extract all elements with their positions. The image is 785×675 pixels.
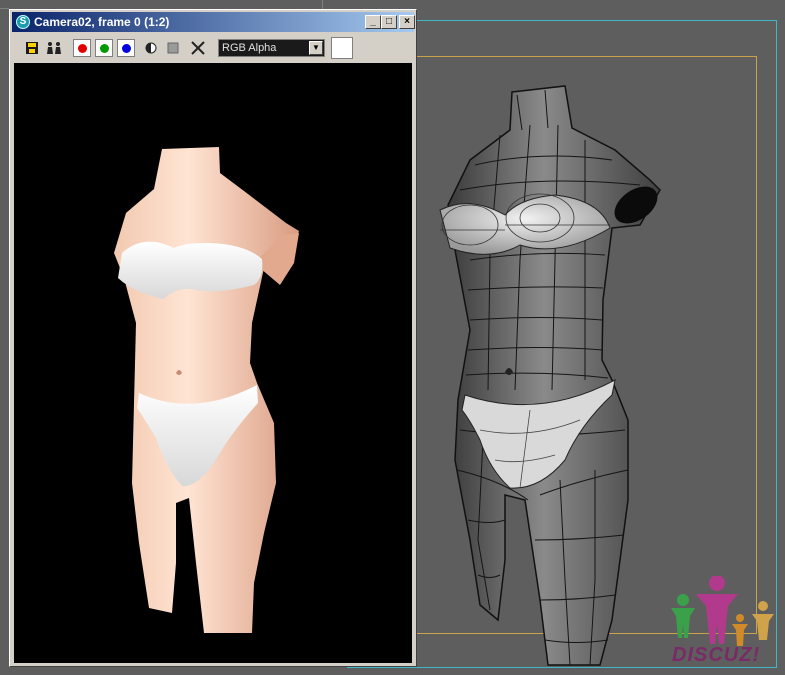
watermark-logo: DISCUZ! (666, 575, 776, 668)
clone-icon (47, 42, 61, 54)
red-channel-toggle[interactable] (73, 39, 91, 57)
minimize-button[interactable]: _ (365, 15, 381, 29)
maximize-button[interactable]: □ (381, 15, 397, 29)
chevron-down-icon[interactable]: ▼ (309, 41, 323, 55)
save-button[interactable] (23, 39, 41, 57)
alpha-toggle-button[interactable] (164, 39, 182, 57)
green-channel-toggle[interactable] (95, 39, 113, 57)
red-dot-icon (78, 44, 87, 53)
blue-dot-icon (122, 44, 131, 53)
window-title: Camera02, frame 0 (1:2) (34, 15, 170, 29)
save-icon (26, 42, 38, 54)
vfb-toolbar: RGB Alpha ▼ (12, 36, 414, 62)
rendered-frame-window[interactable]: S Camera02, frame 0 (1:2) _ □ × RGB Alph… (9, 9, 417, 667)
close-button[interactable]: × (399, 15, 415, 29)
clear-x-icon (191, 41, 205, 55)
window-titlebar[interactable]: S Camera02, frame 0 (1:2) _ □ × (12, 12, 415, 32)
clone-button[interactable] (45, 39, 63, 57)
blue-channel-toggle[interactable] (117, 39, 135, 57)
alpha-square-icon (167, 42, 179, 54)
clear-button[interactable] (189, 39, 207, 57)
watermark-text: DISCUZ! (672, 644, 761, 666)
mono-toggle-button[interactable] (142, 39, 160, 57)
color-swatch[interactable] (331, 37, 353, 59)
green-dot-icon (100, 44, 109, 53)
half-circle-icon (145, 42, 157, 54)
app-logo-icon: S (16, 15, 30, 29)
display-channel-select[interactable]: RGB Alpha ▼ (218, 39, 325, 57)
rendered-figure (114, 147, 299, 633)
render-canvas (14, 63, 412, 663)
display-channel-value: RGB Alpha (222, 42, 277, 54)
